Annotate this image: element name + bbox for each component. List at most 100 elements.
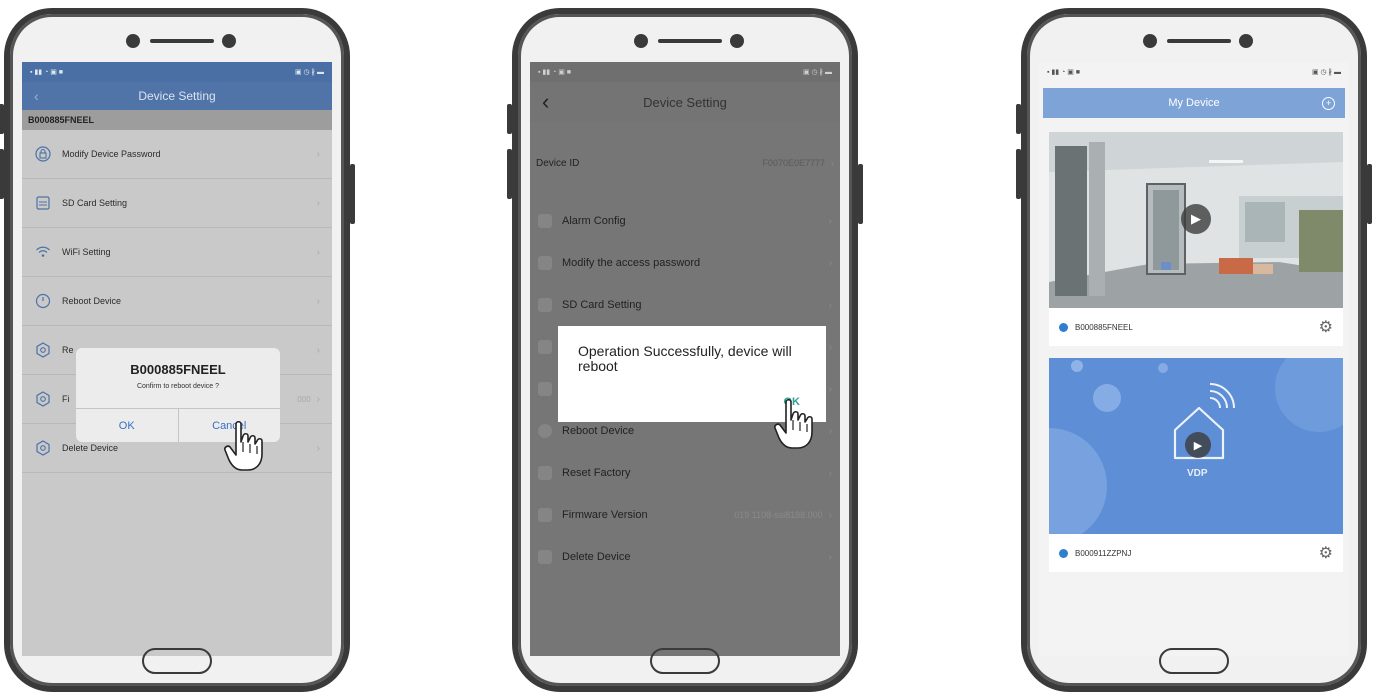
chevron-right-icon: › bbox=[316, 148, 320, 160]
nav-bar: ‹ Device Setting bbox=[22, 82, 332, 110]
play-icon[interactable]: ▶ bbox=[1181, 204, 1211, 234]
side-button bbox=[507, 104, 512, 134]
device-id-row[interactable]: Device ID F0070E0E7777 › bbox=[530, 142, 840, 184]
home-button[interactable] bbox=[1159, 648, 1229, 674]
side-button bbox=[350, 164, 355, 224]
sd-card-icon bbox=[34, 194, 52, 212]
add-device-icon[interactable]: + bbox=[1322, 96, 1335, 110]
menu-item-reboot[interactable]: Reboot Device › bbox=[22, 277, 332, 326]
menu-item-sd-card[interactable]: SD Card Setting › bbox=[530, 284, 840, 326]
gear-icon bbox=[538, 466, 552, 480]
wifi-icon bbox=[34, 243, 52, 261]
phone-2: ▪ ▮▮ ◔ ▣ ■ ▣ ◷ ∦ ▬ ‹ Device Setting Devi… bbox=[507, 8, 863, 692]
online-status-icon bbox=[1059, 322, 1068, 332]
nav-bar: My Device + bbox=[1043, 88, 1345, 118]
device-card-footer: B000885FNEEL ⚙ bbox=[1049, 308, 1343, 346]
page-title: Device Setting bbox=[643, 94, 727, 110]
phone-1: ▪ ▮▮ ◔ ▣ ■ ▣ ◷ ∦ ▬ ‹ Device Setting B000… bbox=[0, 8, 355, 692]
chevron-right-icon: › bbox=[828, 425, 832, 437]
dialog-title: B000885FNEEL bbox=[130, 362, 226, 377]
chevron-right-icon: › bbox=[316, 246, 320, 258]
play-icon[interactable]: ▶ bbox=[1185, 432, 1211, 458]
nav-bar: ‹ Device Setting bbox=[530, 82, 840, 122]
device-name: B000911ZZPNJ bbox=[1075, 548, 1132, 558]
screen-device-setting: ▪ ▮▮ ◔ ▣ ■ ▣ ◷ ∦ ▬ ‹ Device Setting B000… bbox=[22, 62, 332, 656]
menu-item-label: Firmware Version bbox=[562, 509, 648, 521]
menu-item-alarm-config[interactable]: Alarm Config › bbox=[530, 200, 840, 242]
device-id-label: Device ID bbox=[536, 157, 580, 169]
device-card[interactable]: VDP ▶ B000911ZZPNJ ⚙ bbox=[1049, 358, 1343, 572]
gear-icon bbox=[34, 390, 52, 408]
home-button[interactable] bbox=[142, 648, 212, 674]
gear-icon[interactable]: ⚙ bbox=[1319, 317, 1333, 337]
side-button bbox=[1016, 104, 1021, 134]
screen-device-setting: ▪ ▮▮ ◔ ▣ ■ ▣ ◷ ∦ ▬ ‹ Device Setting Devi… bbox=[530, 62, 840, 656]
menu-item-firmware[interactable]: Firmware Version 019 1108-ssl8188.000 › bbox=[530, 494, 840, 536]
menu-item-access-password[interactable]: Modify the access password › bbox=[530, 242, 840, 284]
status-bar: ▪ ▮▮ ◔ ▣ ■ ▣ ◷ ∦ ▬ bbox=[22, 62, 332, 82]
side-button bbox=[0, 149, 4, 199]
camera-preview[interactable]: ▶ bbox=[1049, 132, 1343, 308]
menu-item-wifi[interactable]: WiFi Setting › bbox=[22, 228, 332, 277]
dialog-message: Confirm to reboot device ? bbox=[136, 383, 220, 390]
camera-dot bbox=[1143, 34, 1157, 48]
status-bar: ▪ ▮▮ ◔ ▣ ■ ▣ ◷ ∦ ▬ bbox=[530, 62, 840, 82]
side-button bbox=[858, 164, 863, 224]
menu-item-sd-card[interactable]: SD Card Setting › bbox=[22, 179, 332, 228]
camera-preview[interactable]: VDP ▶ bbox=[1049, 358, 1343, 534]
back-icon[interactable]: ‹ bbox=[34, 88, 39, 104]
phone-3: ▪ ▮▮ ◔ ▣ ■ ▣ ◷ ∦ ▬ My Device + ▶ B000885… bbox=[1016, 8, 1372, 692]
online-status-icon bbox=[1059, 548, 1068, 558]
menu-item-label: Reboot Device bbox=[62, 296, 122, 306]
status-icons-right: ▣ ◷ ∦ ▬ bbox=[802, 69, 832, 76]
gear-icon[interactable]: ⚙ bbox=[1319, 543, 1333, 563]
status-bar: ▪ ▮▮ ◔ ▣ ■ ▣ ◷ ∦ ▬ bbox=[1039, 62, 1349, 82]
chevron-right-icon: › bbox=[828, 341, 832, 353]
gear-icon bbox=[34, 341, 52, 359]
status-icons-left: ▪ ▮▮ ◔ ▣ ■ bbox=[538, 69, 572, 76]
home-button[interactable] bbox=[650, 648, 720, 674]
hand-pointer-icon bbox=[224, 420, 263, 471]
device-name-header: B000885FNEEL bbox=[22, 110, 332, 130]
chevron-right-icon: › bbox=[316, 393, 320, 405]
chevron-right-icon: › bbox=[828, 467, 832, 479]
sd-card-icon bbox=[538, 298, 552, 312]
chevron-right-icon: › bbox=[316, 197, 320, 209]
chevron-right-icon: › bbox=[316, 442, 320, 454]
settings-icon bbox=[538, 340, 552, 354]
side-button bbox=[1016, 149, 1021, 199]
menu-item-label: WiFi Setting bbox=[62, 247, 111, 257]
menu-item-reset-factory[interactable]: Reset Factory › bbox=[530, 452, 840, 494]
lock-icon bbox=[34, 145, 52, 163]
vdp-logo-text: VDP bbox=[1187, 468, 1208, 479]
menu-item-modify-password[interactable]: Modify Device Password › bbox=[22, 130, 332, 179]
screen-my-device: ▪ ▮▮ ◔ ▣ ■ ▣ ◷ ∦ ▬ My Device + ▶ B000885… bbox=[1039, 62, 1349, 656]
gear-icon bbox=[538, 508, 552, 522]
chevron-right-icon: › bbox=[316, 295, 320, 307]
firmware-value: 019 1108-ssl8188.000 bbox=[734, 510, 823, 520]
lock-icon bbox=[538, 256, 552, 270]
menu-item-label: SD Card Setting bbox=[62, 198, 128, 208]
sensor-dot bbox=[1239, 34, 1253, 48]
camera-dot bbox=[126, 34, 140, 48]
side-button bbox=[507, 149, 512, 199]
chevron-right-icon: › bbox=[828, 215, 832, 227]
side-button bbox=[0, 104, 4, 134]
device-card[interactable]: ▶ B000885FNEEL ⚙ bbox=[1049, 132, 1343, 346]
ok-button[interactable]: OK bbox=[76, 409, 179, 442]
chevron-right-icon: › bbox=[828, 299, 832, 311]
chevron-right-icon: › bbox=[828, 509, 832, 521]
power-icon bbox=[538, 424, 552, 438]
back-icon[interactable]: ‹ bbox=[542, 89, 549, 115]
gear-icon bbox=[538, 550, 552, 564]
status-icons-left: ▪ ▮▮ ◔ ▣ ■ bbox=[1047, 69, 1081, 76]
firmware-value: 000 bbox=[297, 394, 311, 404]
menu-item-label: Modify the access password bbox=[562, 257, 701, 269]
page-title: My Device bbox=[1168, 97, 1220, 109]
dialog-message: Operation Successfully, device will rebo… bbox=[578, 343, 792, 374]
chevron-right-icon: › bbox=[828, 257, 832, 269]
power-icon bbox=[34, 292, 52, 310]
menu-item-label: Delete Device bbox=[562, 551, 631, 563]
device-name: B000885FNEEL bbox=[1075, 322, 1133, 332]
menu-item-delete[interactable]: Delete Device › bbox=[530, 536, 840, 578]
